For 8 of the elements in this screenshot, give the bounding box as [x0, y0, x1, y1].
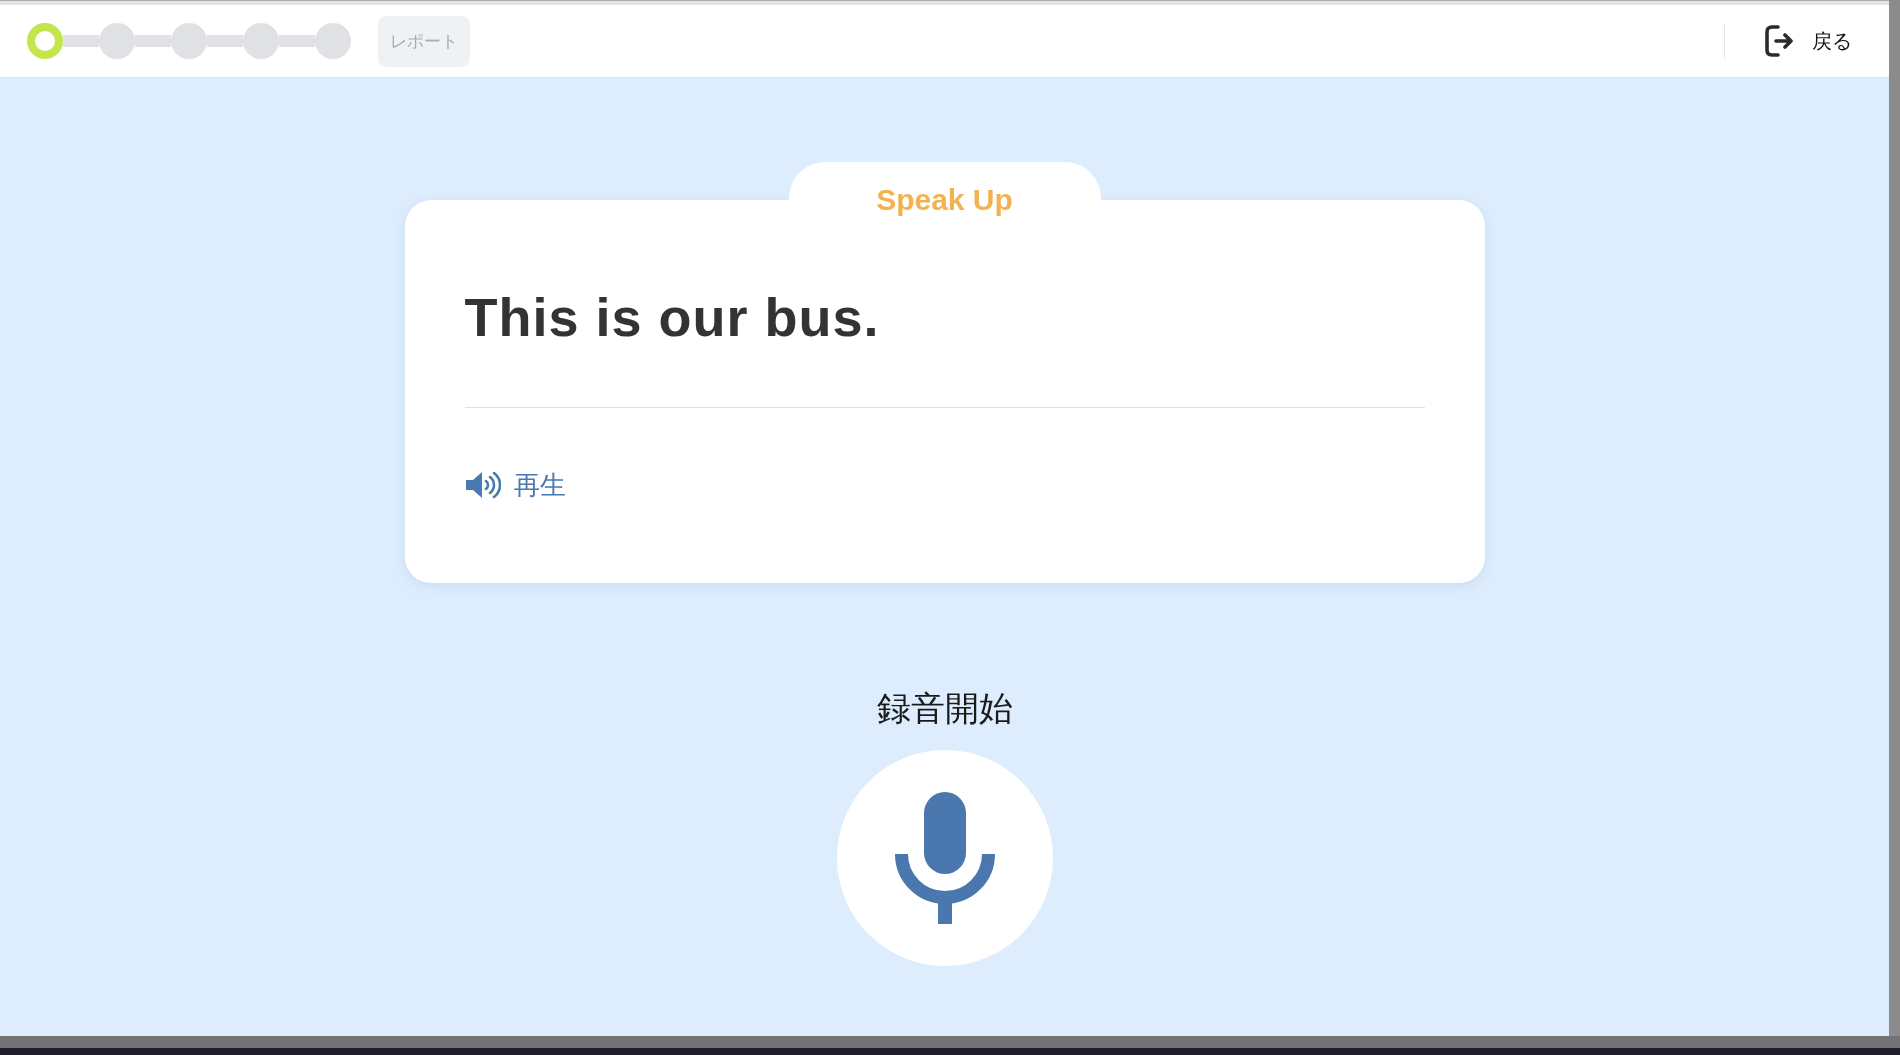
activity-title: Speak Up	[876, 182, 1013, 218]
microphone-icon	[894, 792, 995, 924]
back-button[interactable]: 戻る	[1763, 24, 1852, 58]
sentence-text: This is our bus.	[464, 286, 880, 349]
exit-icon	[1763, 24, 1795, 58]
speaker-icon	[464, 470, 501, 500]
record-label: 録音開始	[876, 688, 1013, 729]
play-button[interactable]: 再生	[464, 467, 566, 503]
